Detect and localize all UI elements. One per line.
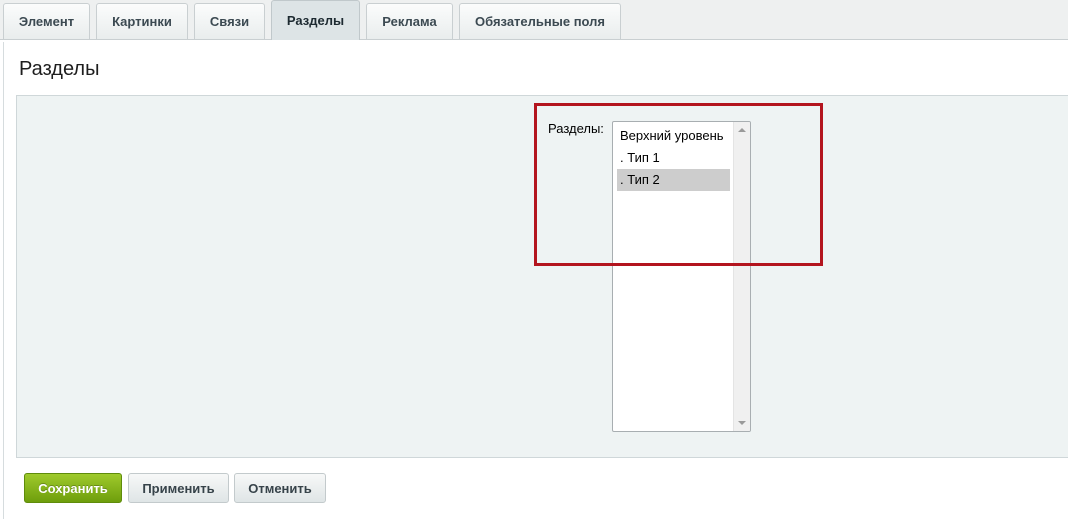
form-area	[16, 95, 1068, 458]
tab-element[interactable]: Элемент	[3, 3, 90, 39]
listbox-scrollbar[interactable]	[733, 122, 750, 431]
scroll-up-icon[interactable]	[734, 122, 750, 138]
tab-pictures[interactable]: Картинки	[96, 3, 188, 39]
save-button[interactable]: Сохранить	[24, 473, 122, 503]
tab-required-fields[interactable]: Обязательные поля	[459, 3, 621, 39]
sections-field-label: Разделы:	[548, 121, 604, 136]
option-top-level[interactable]: Верхний уровень	[617, 125, 730, 147]
page-title: Разделы	[19, 58, 100, 80]
tab-links[interactable]: Связи	[194, 3, 265, 39]
option-type-1[interactable]: . Тип 1	[617, 147, 730, 169]
scroll-down-icon[interactable]	[734, 415, 750, 431]
apply-button[interactable]: Применить	[128, 473, 229, 503]
tab-advertising[interactable]: Реклама	[366, 3, 453, 39]
tab-sections[interactable]: Разделы	[271, 0, 360, 40]
tab-bar: Элемент Картинки Связи Разделы Реклама О…	[0, 0, 1068, 40]
option-type-2[interactable]: . Тип 2	[617, 169, 730, 191]
cancel-button[interactable]: Отменить	[234, 473, 326, 503]
sections-listbox[interactable]: Верхний уровень . Тип 1 . Тип 2	[612, 121, 751, 432]
